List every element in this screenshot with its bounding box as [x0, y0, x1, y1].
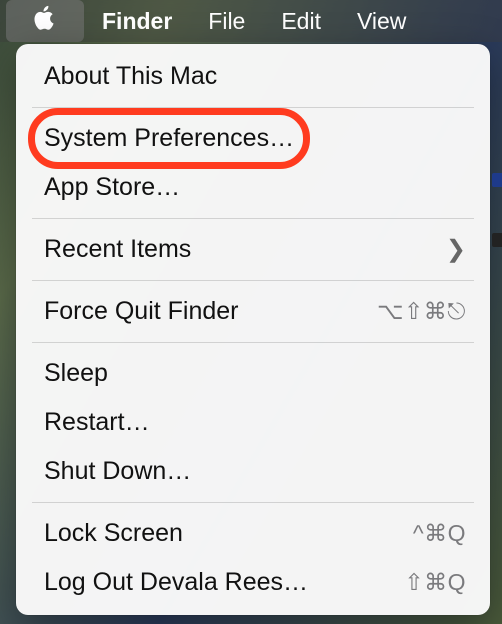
- menubar-item-finder[interactable]: Finder: [84, 0, 190, 42]
- apple-logo-icon: [32, 5, 58, 37]
- menu-item-label: Shut Down…: [44, 457, 191, 486]
- menu-item-label: Log Out Devala Rees…: [44, 568, 308, 597]
- apple-menu-dropdown: About This Mac System Preferences… App S…: [16, 44, 490, 615]
- menubar-item-file[interactable]: File: [190, 0, 263, 42]
- apple-menu-button[interactable]: [6, 0, 84, 42]
- menu-item-shut-down[interactable]: Shut Down…: [16, 447, 490, 496]
- menu-item-label: Sleep: [44, 359, 108, 388]
- menu-item-label: System Preferences…: [44, 124, 294, 153]
- menu-separator: [32, 342, 474, 343]
- menubar: Finder File Edit View: [0, 0, 502, 42]
- menu-item-label: App Store…: [44, 173, 180, 202]
- decorative-shape: [492, 233, 502, 247]
- menu-separator: [32, 280, 474, 281]
- menu-item-sleep[interactable]: Sleep: [16, 349, 490, 398]
- menu-item-label: Recent Items: [44, 235, 191, 264]
- menu-item-app-store[interactable]: App Store…: [16, 163, 490, 212]
- menu-item-label: About This Mac: [44, 62, 217, 91]
- menu-item-log-out[interactable]: Log Out Devala Rees… ⇧⌘Q: [16, 558, 490, 607]
- keyboard-shortcut: ⌥⇧⌘⎋: [377, 298, 466, 325]
- menubar-item-view[interactable]: View: [339, 0, 424, 42]
- menu-separator: [32, 107, 474, 108]
- menu-item-label: Restart…: [44, 408, 150, 437]
- menu-item-label: Force Quit Finder: [44, 297, 239, 326]
- menu-item-about-this-mac[interactable]: About This Mac: [16, 52, 490, 101]
- keyboard-shortcut: ^⌘Q: [413, 520, 466, 547]
- menu-item-recent-items[interactable]: Recent Items ❯: [16, 225, 490, 274]
- keyboard-shortcut: ⇧⌘Q: [404, 569, 466, 596]
- menu-item-label: Lock Screen: [44, 519, 183, 548]
- decorative-shape: [492, 173, 502, 187]
- menu-item-lock-screen[interactable]: Lock Screen ^⌘Q: [16, 509, 490, 558]
- menu-separator: [32, 502, 474, 503]
- background-element: [492, 150, 502, 270]
- menubar-item-edit[interactable]: Edit: [263, 0, 339, 42]
- menu-item-restart[interactable]: Restart…: [16, 398, 490, 447]
- menu-separator: [32, 218, 474, 219]
- chevron-right-icon: ❯: [446, 235, 466, 264]
- menu-item-force-quit-finder[interactable]: Force Quit Finder ⌥⇧⌘⎋: [16, 287, 490, 336]
- menu-item-system-preferences[interactable]: System Preferences…: [16, 114, 490, 163]
